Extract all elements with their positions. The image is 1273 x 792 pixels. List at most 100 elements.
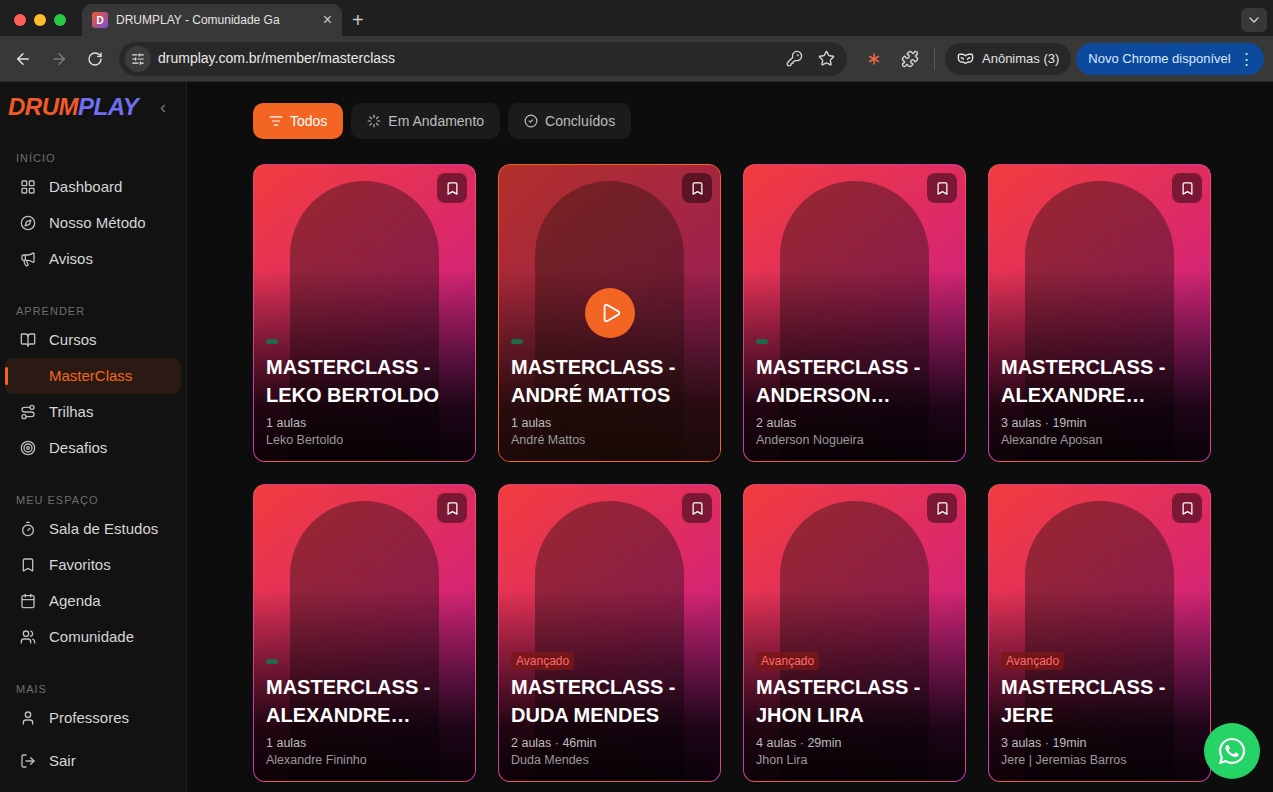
sidebar-item[interactable]: Avisos (5, 241, 181, 277)
logo[interactable]: DRUMPLAY (8, 89, 138, 125)
masterclass-card[interactable]: MASTERCLASS - ANDRÉ MATTOS1 aulasAndré M… (498, 164, 721, 462)
masterclass-card[interactable]: MASTERCLASS - ANDERSON…2 aulasAnderson N… (743, 164, 966, 462)
bookmark-button[interactable] (1172, 173, 1202, 203)
menu-icon (20, 179, 36, 195)
minimize-window-icon[interactable] (34, 14, 46, 26)
whatsapp-button[interactable] (1204, 723, 1260, 779)
menu-button[interactable]: ⋮ (1239, 51, 1254, 66)
bookmark-button[interactable] (682, 173, 712, 203)
collapse-button[interactable]: ‹ (160, 98, 166, 116)
sidebar-section: MEU ESPAÇO Sala de EstudosFavoritosAgenda… (5, 493, 181, 655)
menu-icon (20, 404, 36, 420)
filter-tab[interactable]: Em Andamento (351, 103, 500, 139)
extension-icon[interactable] (864, 49, 884, 69)
toolbar: drumplay.com.br/member/masterclass Anônim… (0, 36, 1273, 82)
sidebar-item[interactable]: Professores (5, 700, 181, 736)
puzzle-icon[interactable] (901, 50, 919, 68)
masterclass-card[interactable]: MASTERCLASS - LEKO BERTOLDO1 aulasLeko B… (253, 164, 476, 462)
filter-icon (524, 114, 538, 128)
filter-tab[interactable]: Todos (253, 103, 343, 139)
address-bar[interactable]: drumplay.com.br/member/masterclass (119, 42, 847, 76)
card-meta: 1 aulas (511, 415, 708, 432)
section-title: MEU ESPAÇO (5, 493, 181, 507)
bookmark-button[interactable] (437, 173, 467, 203)
menu-icon (20, 710, 36, 726)
card-title: MASTERCLASS - LEKO BERTOLDO (266, 353, 463, 409)
card-title: MASTERCLASS - JHON LIRA (756, 673, 953, 729)
card-author: Jere | Jeremias Barros (1001, 752, 1198, 769)
section-title: APRENDER (5, 304, 181, 318)
menu-icon (20, 251, 36, 267)
sidebar-item[interactable]: Cursos (5, 322, 181, 358)
key-icon[interactable] (786, 50, 803, 67)
sidebar-item[interactable]: Agenda (5, 583, 181, 619)
profile-button[interactable]: Anônimas (3) (945, 43, 1071, 75)
bookmark-icon (1180, 181, 1195, 196)
status-tag (511, 339, 523, 344)
star-icon[interactable] (818, 50, 835, 67)
sidebar-item[interactable]: Nosso Método (5, 205, 181, 241)
forward-button[interactable] (45, 45, 73, 73)
tab-title: DRUMPLAY - Comunidade Ga (116, 11, 315, 29)
tab-search-button[interactable] (1241, 8, 1267, 32)
masterclass-card[interactable]: AvançadoMASTERCLASS - DUDA MENDES2 aulas… (498, 484, 721, 782)
back-button[interactable] (9, 45, 37, 73)
bookmark-icon (935, 501, 950, 516)
logout-item[interactable]: Sair (5, 743, 181, 779)
zoom-window-icon[interactable] (54, 14, 66, 26)
site-settings-icon[interactable] (131, 52, 145, 66)
sidebar-section: MAIS Professores (5, 682, 181, 736)
sidebar-item[interactable]: Favoritos (5, 547, 181, 583)
level-badge: Avançado (1001, 652, 1064, 670)
filter-icon (269, 114, 283, 128)
masterclass-card[interactable]: MASTERCLASS - ALEXANDRE…1 aulasAlexandre… (253, 484, 476, 782)
card-meta: 2 aulas (756, 415, 953, 432)
close-window-icon[interactable] (14, 14, 26, 26)
sidebar-item[interactable]: MasterClass (5, 358, 181, 394)
sidebar-section: APRENDER CursosMasterClassTrilhasDesafios (5, 304, 181, 466)
card-author: Alexandre Aposan (1001, 432, 1198, 449)
bookmark-button[interactable] (927, 493, 957, 523)
browser-tab[interactable]: DDRUMPLAY - Comunidade Ga× (82, 4, 342, 36)
card-meta: 3 aulas · 19min (1001, 415, 1198, 432)
bookmark-button[interactable] (1172, 493, 1202, 523)
bookmark-icon (445, 181, 460, 196)
masterclass-card[interactable]: AvançadoMASTERCLASS - JERE3 aulas · 19mi… (988, 484, 1211, 782)
sidebar-item[interactable]: Comunidade (5, 619, 181, 655)
play-button[interactable] (585, 288, 635, 338)
section-title: MAIS (5, 682, 181, 696)
bookmark-button[interactable] (927, 173, 957, 203)
masterclass-card[interactable]: AvançadoMASTERCLASS - JHON LIRA4 aulas ·… (743, 484, 966, 782)
masterclass-card[interactable]: MASTERCLASS - ALEXANDRE…3 aulas · 19minA… (988, 164, 1211, 462)
card-title: MASTERCLASS - ANDERSON… (756, 353, 953, 409)
filter-tab[interactable]: Concluídos (508, 103, 631, 139)
card-meta: 2 aulas · 46min (511, 735, 708, 752)
card-author: Leko Bertoldo (266, 432, 463, 449)
whatsapp-icon (1217, 736, 1247, 766)
card-meta: 1 aulas (266, 735, 463, 752)
sidebar: DRUMPLAY ‹ INÍCIODashboardNosso MétodoAvis… (0, 82, 187, 792)
tab-close-button[interactable]: × (323, 12, 332, 28)
card-title: MASTERCLASS - ALEXANDRE… (266, 673, 463, 729)
sidebar-item[interactable]: Dashboard (5, 169, 181, 205)
bookmark-button[interactable] (682, 493, 712, 523)
chevron-down-icon (1246, 12, 1262, 28)
sidebar-section: INÍCIODashboardNosso MétodoAvisos (5, 151, 181, 277)
card-meta: 3 aulas · 19min (1001, 735, 1198, 752)
play-icon (600, 302, 622, 324)
sidebar-item[interactable]: Sala de Estudos (5, 511, 181, 547)
new-tab-button[interactable]: + (352, 10, 364, 30)
card-author: André Mattos (511, 432, 708, 449)
menu-icon (20, 629, 36, 645)
incognito-icon (957, 50, 974, 67)
bookmark-button[interactable] (437, 493, 467, 523)
menu-icon (20, 440, 36, 456)
menu-icon (20, 332, 36, 348)
sidebar-item[interactable]: Trilhas (5, 394, 181, 430)
reload-button[interactable] (81, 45, 109, 73)
menu-icon (20, 593, 36, 609)
level-badge: Avançado (511, 652, 574, 670)
arrow-right-icon (50, 50, 68, 68)
sidebar-item[interactable]: Desafios (5, 430, 181, 466)
update-button[interactable]: Novo Chrome disponível⋮ (1076, 43, 1263, 75)
